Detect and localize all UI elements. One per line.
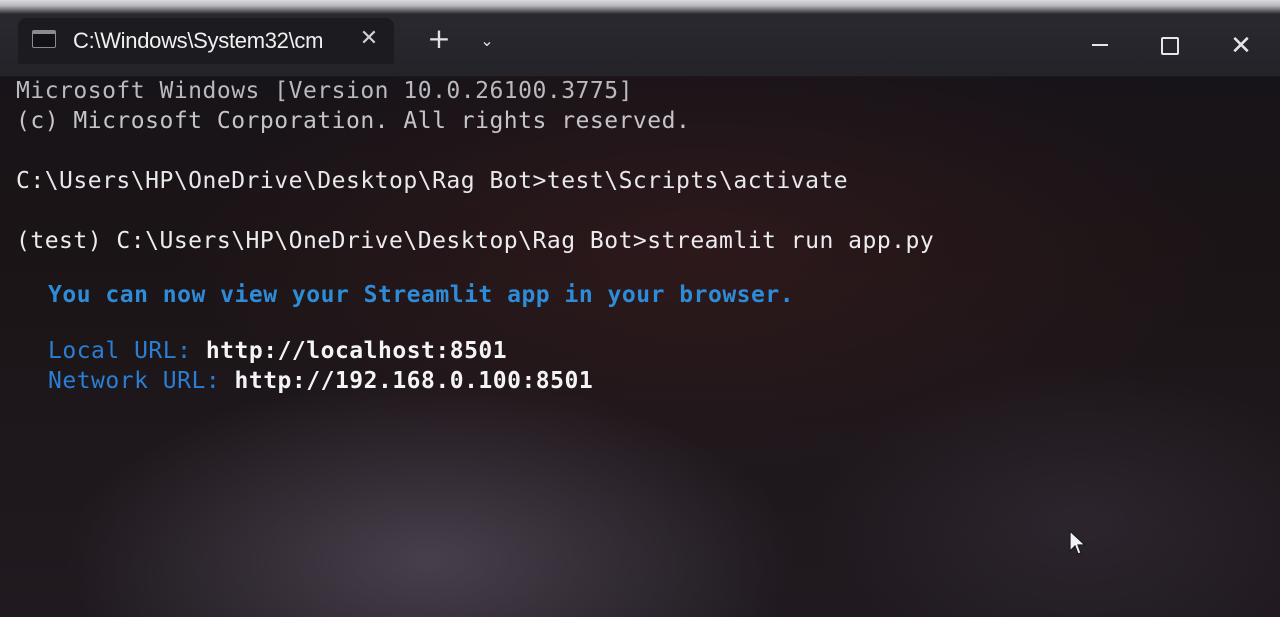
close-button[interactable]: ✕ [1219,26,1263,66]
terminal-line-streamlit-info: You can now view your Streamlit app in y… [48,282,795,308]
minimize-button[interactable] [1078,26,1122,66]
title-bar: C:\Windows\System32\cm ✕ + ⌄ ✕ [0,0,1280,77]
network-url-link[interactable]: http://192.168.0.100:8501 [235,368,594,394]
tab-cmd[interactable]: C:\Windows\System32\cm ✕ [18,18,394,64]
maximize-icon [1161,37,1179,55]
terminal-line-streamlit-command: (test) C:\Users\HP\OneDrive\Desktop\Rag … [16,228,935,254]
terminal-output[interactable]: Microsoft Windows [Version 10.0.26100.37… [16,76,1266,596]
local-url-line: Local URL: http://localhost:8501 [48,338,507,364]
mouse-pointer-icon [1069,530,1086,555]
terminal-line-version: Microsoft Windows [Version 10.0.26100.37… [16,78,633,104]
terminal-line-copyright: (c) Microsoft Corporation. All rights re… [16,108,691,134]
network-url-line: Network URL: http://192.168.0.100:8501 [48,368,593,394]
local-url-label: Local URL: [48,338,206,364]
chevron-down-icon[interactable]: ⌄ [474,26,500,56]
tab-title: C:\Windows\System32\cm [73,28,324,53]
screen-glare [0,0,1280,14]
minimize-icon [1092,44,1108,46]
local-url-link[interactable]: http://localhost:8501 [206,338,507,364]
terminal-window: C:\Windows\System32\cm ✕ + ⌄ ✕ Microsoft… [0,0,1280,617]
network-url-label: Network URL: [48,368,235,394]
terminal-line-activate-command: C:\Users\HP\OneDrive\Desktop\Rag Bot>tes… [16,168,849,194]
tab-close-icon[interactable]: ✕ [356,24,382,54]
new-tab-button[interactable]: + [424,22,454,56]
maximize-button[interactable] [1148,26,1192,66]
terminal-icon [32,30,56,48]
